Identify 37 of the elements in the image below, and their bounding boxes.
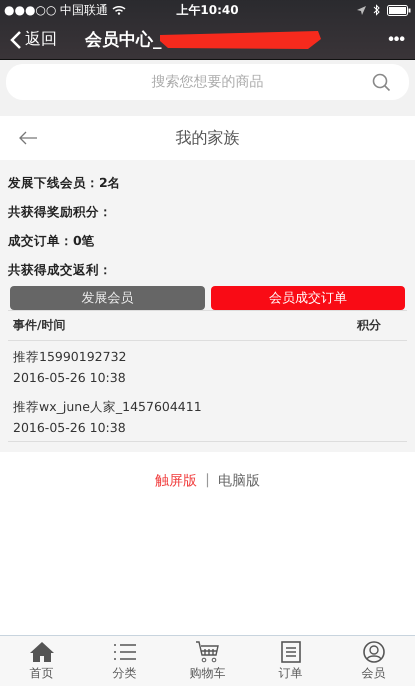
back-button[interactable]: 返回 [10,29,57,50]
cart-icon [194,640,220,662]
column-header: 积分 [357,317,381,334]
home-icon [28,640,54,662]
nav-tab[interactable]: 会员 [332,636,415,686]
stat-text: 共获得奖励积分： [8,203,113,221]
status-time: 上午10:40 [176,2,239,18]
version-link[interactable]: 电脑版 [218,472,260,490]
stat-text: 共获得成交返利： [8,261,113,279]
nav-tab[interactable]: 首页 [0,636,83,686]
user-icon [360,640,386,662]
carrier-text: ●●●○○ 中国联通 [4,2,108,18]
column-header: 事件/时间 [13,317,66,334]
nav-tab[interactable]: 订单 [249,636,332,686]
tab[interactable]: 发展会员 [10,286,204,310]
version-link[interactable]: 触屏版 [155,472,198,490]
stat-text: 成交订单：0笔 [8,232,96,250]
location-icon [357,6,366,14]
bluetooth-icon [373,4,380,16]
nav-tab[interactable]: 分类 [83,636,166,686]
wifi-icon [112,5,126,15]
back-arrow-icon[interactable] [18,131,38,145]
search-icon [372,73,391,92]
section-title: 我的家族 [176,128,240,148]
chevron-left-icon [10,30,22,50]
stat-text: 发展下线会员：2名 [8,174,122,192]
event-text: 推荐15990192732 [13,349,128,366]
nav-tab[interactable]: 购物车 [166,636,249,686]
battery-icon [387,4,411,16]
event-text: 推荐wx_june人家_1457604411 [13,399,203,416]
search-field[interactable]: 搜索您想要的商品 [6,64,409,100]
separator-text: | [205,472,210,490]
page-title: 会员中心_ [85,29,162,51]
tab[interactable]: 会员成交订单 [210,286,405,310]
event-time: 2016-05-26 10:38 [13,370,127,385]
more-button[interactable]: ••• [388,30,405,48]
event-time: 2016-05-26 10:38 [13,420,127,435]
